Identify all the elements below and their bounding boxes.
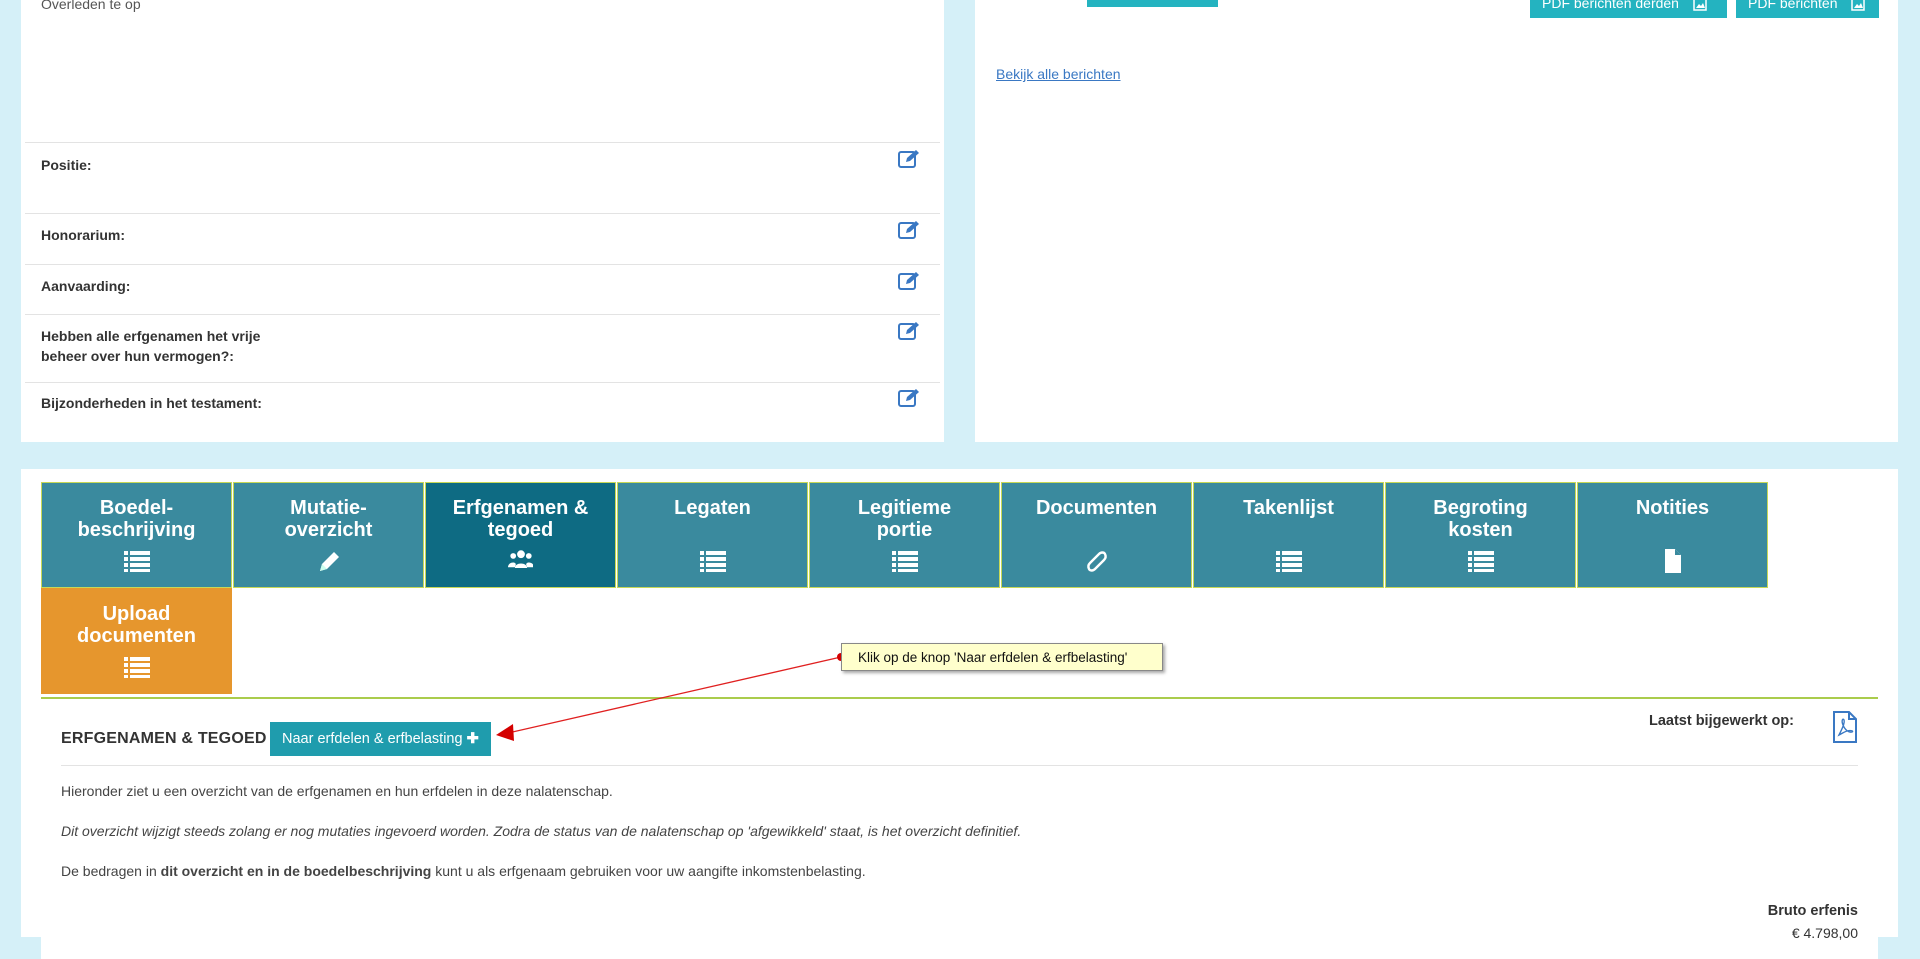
- pdf-berichten-label: PDF berichten: [1748, 0, 1838, 11]
- status-paragraph: Dit overzicht wijzigt steeds zolang er n…: [61, 823, 1021, 839]
- list-icon: [891, 549, 918, 573]
- erfgenamen-content: ERFGENAMEN & TEGOED Naar erfdelen & erfb…: [41, 697, 1878, 959]
- field-row-honorarium: Honorarium:: [25, 213, 940, 265]
- tab-label: Upload documenten: [77, 603, 196, 647]
- users-icon: [507, 549, 534, 573]
- list-icon: [1275, 549, 1302, 573]
- field-row-bijzonderheden: Bijzonderheden in het testament:: [25, 382, 940, 433]
- tab-documenten[interactable]: Documenten: [1001, 482, 1192, 588]
- overleden-text: Overleden te op: [41, 0, 141, 12]
- laatst-bijgewerkt-label: Laatst bijgewerkt op:: [1648, 713, 1794, 729]
- field-row-aanvaarding: Aanvaarding:: [25, 264, 940, 315]
- tab-mutatie[interactable]: Mutatie- overzicht: [233, 482, 424, 588]
- edit-icon[interactable]: [898, 388, 922, 408]
- field-label-bijzonderheden: Bijzonderheden in het testament:: [41, 395, 262, 411]
- edit-icon[interactable]: [898, 271, 922, 291]
- tab-label: Boedel- beschrijving: [77, 497, 196, 541]
- status-paragraph-text: Dit overzicht wijzigt steeds zolang er n…: [61, 823, 1022, 839]
- teal-button-partial[interactable]: [1087, 0, 1218, 7]
- field-row-positie: Positie:: [25, 142, 940, 214]
- field-label-positie: Positie:: [41, 157, 92, 173]
- list-icon: [699, 549, 726, 573]
- tab-legitieme[interactable]: Legitieme portie: [809, 482, 1000, 588]
- bekijk-alle-berichten-link[interactable]: Bekijk alle berichten: [996, 66, 1121, 82]
- tab-notities[interactable]: Notities: [1577, 482, 1768, 588]
- paperclip-icon: [1084, 549, 1110, 573]
- tab-label: Notities: [1635, 497, 1710, 519]
- field-label-aanvaarding: Aanvaarding:: [41, 278, 131, 294]
- amounts-text-c: kunt u als erfgenaam gebruiken voor uw a…: [431, 863, 866, 879]
- edit-icon[interactable]: [898, 321, 922, 341]
- amounts-text-bold: dit overzicht en in de boedelbeschrijvin…: [160, 863, 432, 879]
- plus-icon: ✚: [466, 731, 479, 747]
- tab-label: Legaten: [674, 497, 751, 519]
- field-label-honorarium: Honorarium:: [41, 227, 125, 243]
- tab-legaten[interactable]: Legaten: [617, 482, 808, 588]
- pencil-icon: [316, 549, 342, 573]
- pdf-berichten-derden-button[interactable]: PDF berichten derden: [1530, 0, 1727, 18]
- naar-erfdelen-label: Naar erfdelen & erfbelasting: [282, 731, 463, 747]
- list-icon: [1467, 549, 1494, 573]
- tab-label: Documenten: [1035, 497, 1158, 519]
- file-icon: [1660, 549, 1686, 573]
- field-row-vrije-beheer: Hebben alle erfgenamen het vrije beheer …: [25, 314, 940, 383]
- edit-icon[interactable]: [898, 220, 922, 240]
- divider: [61, 765, 1858, 766]
- list-icon: [123, 549, 150, 573]
- tab-label: Legitieme portie: [857, 497, 952, 541]
- naar-erfdelen-button[interactable]: Naar erfdelen & erfbelasting ✚: [270, 722, 491, 756]
- edit-icon[interactable]: [898, 149, 922, 169]
- pdf-icon[interactable]: [1832, 711, 1858, 743]
- image-icon: [1851, 0, 1866, 12]
- pdf-berichten-derden-label: PDF berichten derden: [1542, 0, 1679, 11]
- amounts-text-a: De bedragen in: [61, 863, 161, 879]
- tab-label: Erfgenamen & tegoed: [452, 497, 589, 541]
- tab-takenlijst[interactable]: Takenlijst: [1193, 482, 1384, 588]
- tab-begroting[interactable]: Begroting kosten: [1385, 482, 1576, 588]
- tutorial-callout: Klik op de knop 'Naar erfdelen & erfbela…: [841, 643, 1163, 671]
- estate-tabs-panel: Boedel- beschrijving Mutatie- overzicht Er…: [21, 469, 1898, 959]
- pdf-berichten-button[interactable]: PDF berichten: [1736, 0, 1879, 18]
- section-title: ERFGENAMEN & TEGOED: [61, 730, 267, 747]
- messages-panel: PDF berichten derden PDF berichten Bekij…: [975, 0, 1898, 442]
- field-label-vrije-beheer-2: beheer over hun vermogen?:: [41, 348, 234, 364]
- tab-label: Takenlijst: [1243, 497, 1334, 519]
- image-icon: [1693, 0, 1707, 12]
- bruto-erfenis-label: Bruto erfenis: [1767, 903, 1858, 919]
- tab-upload[interactable]: Upload documenten: [41, 588, 232, 694]
- tab-boedel[interactable]: Boedel- beschrijving: [41, 482, 232, 588]
- amounts-paragraph: De bedragen in dit overzicht en in de bo…: [61, 863, 866, 879]
- field-label-vrije-beheer: Hebben alle erfgenamen het vrije: [41, 328, 261, 344]
- bruto-erfenis-value: € 4.798,00: [1791, 925, 1858, 941]
- list-icon: [123, 655, 150, 679]
- tab-erfgenamen[interactable]: Erfgenamen & tegoed: [425, 482, 616, 588]
- intro-paragraph: Hieronder ziet u een overzicht van de er…: [61, 783, 613, 799]
- deceased-info-panel: Overleden te op Positie: Honorarium: Aan…: [21, 0, 944, 442]
- tab-label: Begroting kosten: [1433, 497, 1528, 541]
- tab-label: Mutatie- overzicht: [284, 497, 373, 541]
